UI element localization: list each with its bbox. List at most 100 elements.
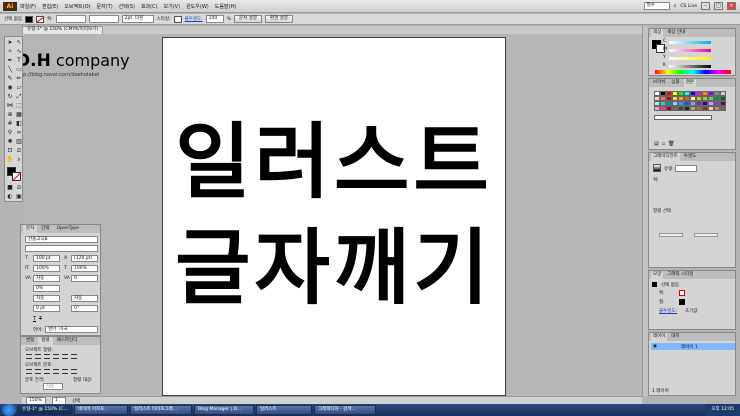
- distribute-top-icon[interactable]: [26, 369, 32, 374]
- tab-swatches[interactable]: 견본: [683, 79, 696, 87]
- artboard[interactable]: 일러스트 글자깨기: [162, 37, 506, 396]
- align-hcenter-icon[interactable]: [35, 354, 41, 359]
- pen-tool-icon[interactable]: ✒: [6, 57, 14, 64]
- appearance-stroke-swatch[interactable]: [679, 290, 685, 296]
- close-button[interactable]: ×: [727, 2, 736, 10]
- direct-selection-tool-icon[interactable]: ↖: [15, 39, 23, 46]
- tab-graphic-styles[interactable]: 그래픽 스타일: [665, 271, 695, 279]
- blob-brush-icon[interactable]: ◉: [6, 84, 14, 91]
- menu-effect[interactable]: 효과(C): [141, 3, 158, 10]
- distribute-hcenter-icon[interactable]: [62, 369, 68, 374]
- taskbar-item-naver[interactable]: 네이버 이지포...: [74, 405, 128, 415]
- appearance-fill-swatch[interactable]: [679, 299, 685, 305]
- menu-object[interactable]: 오브젝트(O): [64, 3, 90, 10]
- swatch-library-bar[interactable]: [654, 115, 712, 120]
- menu-view[interactable]: 보기(V): [164, 3, 181, 10]
- distribute-objects-buttons[interactable]: [26, 369, 77, 374]
- align-top-icon[interactable]: [53, 354, 59, 359]
- document-setup-button[interactable]: 문서 설정: [233, 15, 262, 23]
- taskbar-item-blog-manager[interactable]: Blog Manager | D...: [194, 405, 254, 415]
- font-family-field[interactable]: 산돌고딕B: [25, 236, 98, 243]
- eyedropper-icon[interactable]: ⚲: [6, 129, 14, 136]
- maximize-button[interactable]: □: [714, 2, 723, 10]
- symbol-sprayer-icon[interactable]: ✺: [6, 138, 14, 145]
- document-tab[interactable]: 유형-1* @ 150% (CMYK/미리보기): [22, 26, 103, 34]
- vertical-scale-field[interactable]: 100%: [33, 265, 60, 272]
- tab-opentype[interactable]: OpenType: [54, 225, 82, 233]
- appearance-opacity-label[interactable]: 불투명도:: [659, 308, 677, 314]
- opacity-field[interactable]: 100: [205, 15, 224, 23]
- tab-artboards[interactable]: 대지: [669, 333, 681, 341]
- scale-tool-icon[interactable]: ⤢: [15, 93, 23, 100]
- layer-row[interactable]: ◉ 레이어 1: [651, 343, 735, 350]
- align-objects-buttons[interactable]: [26, 354, 77, 359]
- search-icon[interactable]: ⌕: [674, 3, 677, 9]
- channel-m-slider[interactable]: [669, 49, 711, 52]
- tab-transform[interactable]: 변형: [23, 337, 37, 345]
- font-style-field[interactable]: [25, 245, 98, 252]
- taskbar-item-typography[interactable]: 일러스트 타이포그래...: [130, 405, 192, 415]
- tab-symbols[interactable]: 심볼: [669, 79, 681, 87]
- artboard-tool-icon[interactable]: ⊡: [6, 147, 14, 154]
- menu-file[interactable]: 파일(F): [20, 3, 36, 10]
- tab-layers[interactable]: 레이어: [651, 333, 668, 341]
- distribute-vcenter-icon[interactable]: [35, 369, 41, 374]
- strikethrough-icon[interactable]: T: [39, 316, 42, 322]
- blend-tool-icon[interactable]: ∞: [15, 129, 23, 136]
- new-swatch-icon[interactable]: ▫: [662, 141, 665, 147]
- rectangle-tool-icon[interactable]: ▭: [15, 66, 23, 73]
- gradient-type-select[interactable]: [675, 165, 697, 172]
- screen-mode-icon[interactable]: ▣: [15, 193, 23, 200]
- tab-gradient[interactable]: 그레이디언트: [651, 153, 680, 161]
- leading-field[interactable]: (120 pt): [71, 255, 98, 262]
- swatch-library-icon[interactable]: ▤: [654, 141, 659, 147]
- distribute-bottom-icon[interactable]: [44, 369, 50, 374]
- align-left-icon[interactable]: [26, 354, 32, 359]
- gradient-preview[interactable]: [653, 164, 661, 172]
- workspace-select[interactable]: 필수: [643, 2, 670, 10]
- cs-live-label[interactable]: CS Live: [680, 4, 697, 9]
- width-tool-icon[interactable]: ⋈: [6, 102, 14, 109]
- zoom-tool-icon[interactable]: ⌕: [15, 156, 23, 163]
- stroke-weight-field[interactable]: [55, 15, 86, 23]
- color-spectrum-bar[interactable]: [655, 70, 731, 74]
- appearance-fill-label[interactable]: 칠:: [659, 299, 665, 305]
- tab-color-guide[interactable]: 색상 안내: [665, 29, 687, 37]
- horizontal-scale-field[interactable]: 100%: [71, 265, 98, 272]
- channel-k-slider[interactable]: [669, 65, 711, 68]
- tracking-field[interactable]: 0: [71, 275, 98, 282]
- gradient-tool-icon[interactable]: ◧: [15, 120, 23, 127]
- start-button[interactable]: [2, 404, 16, 416]
- none-mode-icon[interactable]: ⧄: [15, 184, 23, 191]
- font-size-field[interactable]: 100 pt: [33, 255, 60, 262]
- magic-wand-icon[interactable]: ✧: [6, 48, 14, 55]
- tab-paragraph[interactable]: 단락: [38, 225, 52, 233]
- fill-swatch[interactable]: [25, 15, 33, 23]
- tab-character[interactable]: 문자: [23, 225, 38, 233]
- align-right-icon[interactable]: [44, 354, 50, 359]
- distribute-right-icon[interactable]: [71, 369, 77, 374]
- language-field[interactable]: 영어: 미국: [45, 326, 98, 333]
- menu-edit[interactable]: 편집(E): [42, 3, 58, 10]
- brush-definition-field[interactable]: 2pt. 타원: [121, 15, 154, 23]
- type-tool-icon[interactable]: T: [15, 57, 23, 64]
- spacing-field[interactable]: 자동: [43, 383, 63, 390]
- hand-tool-icon[interactable]: ✋: [6, 156, 14, 163]
- aki-right-field[interactable]: 자동: [71, 295, 98, 302]
- color-mode-icon[interactable]: ■: [6, 184, 14, 191]
- swatch-grid[interactable]: [654, 91, 726, 111]
- baseline-shift-field[interactable]: 0 pt: [33, 305, 60, 312]
- stroke-swatch[interactable]: [36, 15, 45, 23]
- distribute-left-icon[interactable]: [53, 369, 59, 374]
- tab-brushes[interactable]: 브러쉬: [651, 79, 667, 87]
- free-transform-icon[interactable]: ⬚: [15, 102, 23, 109]
- line-tool-icon[interactable]: ╲: [6, 66, 14, 73]
- tab-align[interactable]: 정렬: [38, 337, 53, 345]
- draw-mode-icon[interactable]: ◐: [6, 193, 14, 200]
- character-rotation-field[interactable]: 0°: [71, 305, 98, 312]
- channel-y-slider[interactable]: [669, 57, 711, 60]
- mesh-tool-icon[interactable]: #: [6, 120, 14, 127]
- menu-window[interactable]: 윈도우(W): [186, 3, 209, 10]
- tab-pathfinder[interactable]: 패스파인더: [54, 337, 81, 345]
- kerning-field[interactable]: 자동: [33, 275, 60, 282]
